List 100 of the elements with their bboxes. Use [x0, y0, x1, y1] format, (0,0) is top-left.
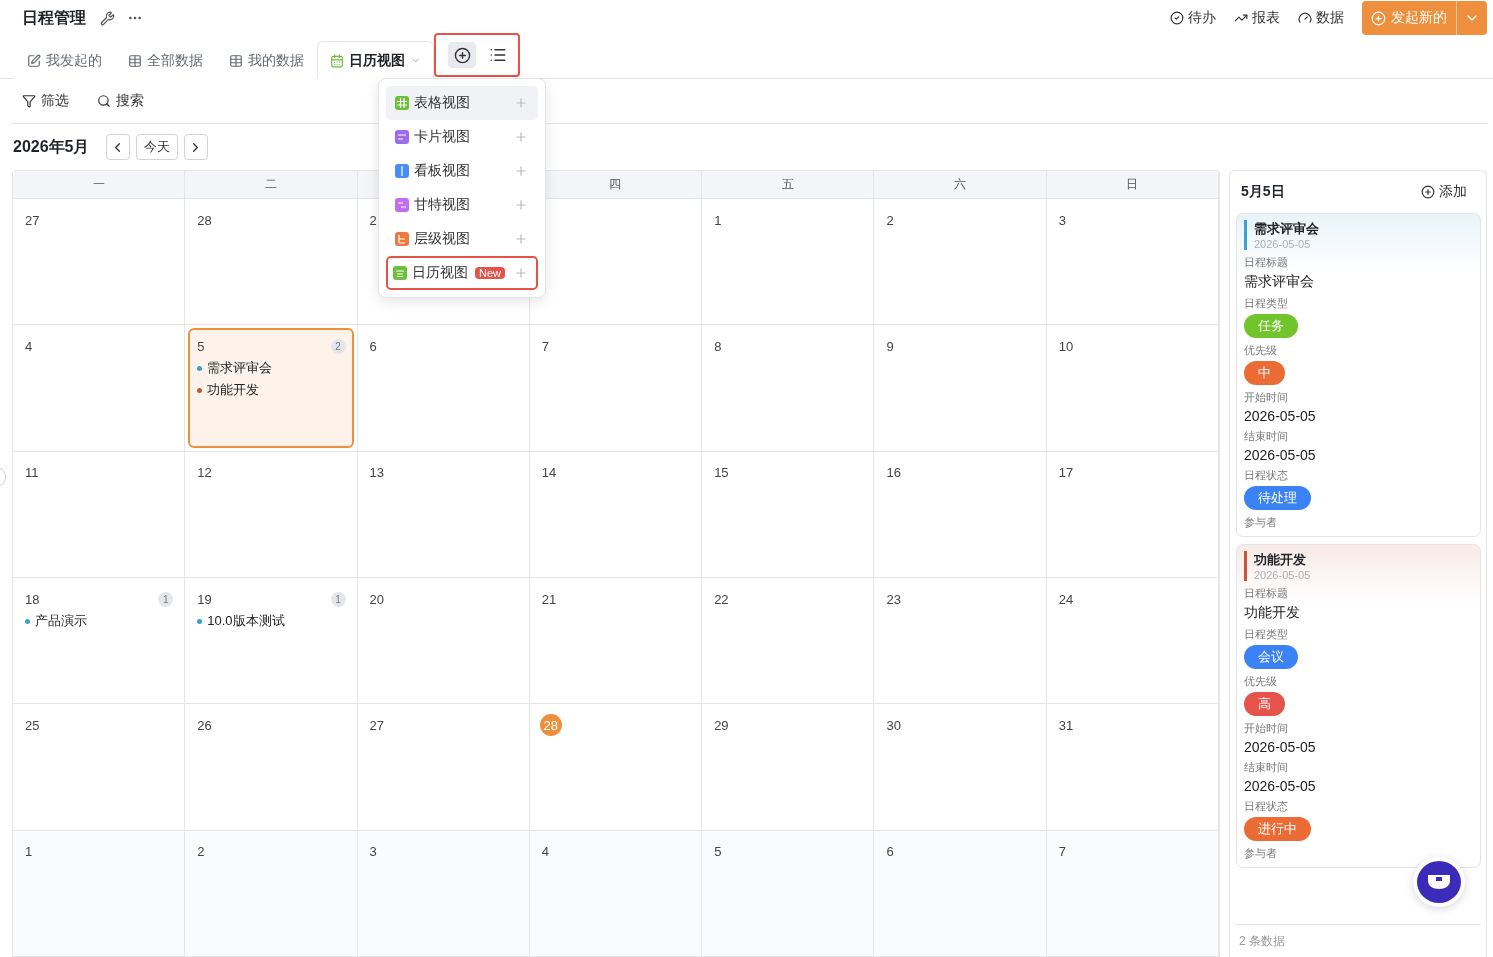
day-cell[interactable]: 2	[874, 199, 1047, 326]
plus-icon	[514, 266, 528, 280]
view-menu-item[interactable]: 卡片视图	[386, 120, 538, 154]
day-cell[interactable]: 22	[702, 578, 875, 705]
day-cell[interactable]: 26	[185, 704, 358, 831]
gauge-icon	[1298, 11, 1312, 25]
day-cell[interactable]: 7	[1046, 830, 1219, 957]
plus-icon	[514, 164, 528, 178]
plus-circle-icon	[453, 46, 471, 64]
event-title[interactable]: 需求评审会	[207, 359, 273, 378]
card-title: 需求评审会	[1254, 220, 1320, 238]
edit-icon	[27, 53, 41, 68]
day-cell[interactable]: 4	[529, 830, 703, 957]
day-cell[interactable]: 1	[13, 830, 186, 957]
day-number: 17	[1058, 465, 1074, 481]
add-button[interactable]	[514, 198, 528, 212]
view-name[interactable]: 卡片视图	[414, 128, 470, 146]
day-cell[interactable]: 30	[874, 704, 1047, 831]
add-view-button[interactable]	[448, 42, 476, 68]
day-cell[interactable]: 20	[357, 578, 530, 705]
view-name[interactable]: 层级视图	[414, 230, 470, 248]
day-number: 1	[25, 844, 33, 860]
field-tag: 中	[1244, 361, 1285, 385]
field-value: 2026-05-05	[1244, 739, 1317, 755]
event-count: 1	[330, 591, 346, 607]
day-cell[interactable]: 6	[357, 325, 530, 452]
day-cell[interactable]: 27	[13, 199, 186, 326]
view-name[interactable]: 甘特视图	[414, 196, 470, 214]
day-cell[interactable]: 31	[1046, 704, 1219, 831]
add-button[interactable]: 添加	[1421, 183, 1467, 201]
event-card[interactable]: 功能开发 2026-05-05 日程标题 功能开发 日程类型 会议 优先级 高 开始时间 2026-05-05 结束时间 2026-05-05 日程状态 进行中 参与者	[1236, 544, 1481, 868]
day-cell[interactable]: 23	[874, 578, 1047, 705]
toolbar-button[interactable]: 搜索	[97, 92, 144, 110]
day-cell[interactable]: 27	[357, 704, 530, 831]
weekday-header: 一	[13, 171, 186, 199]
event-title[interactable]: 功能开发	[207, 381, 260, 400]
day-cell[interactable]: 5	[702, 830, 875, 957]
view-name[interactable]: 日历视图	[412, 264, 468, 282]
day-number: 2	[369, 212, 377, 228]
add-button[interactable]	[514, 96, 528, 110]
view-menu-item[interactable]: 表格视图	[386, 86, 538, 120]
view-tab[interactable]: 日历视图	[317, 41, 434, 79]
field-label: 开始时间	[1244, 721, 1289, 736]
field-label: 日程标题	[1244, 255, 1289, 270]
day-cell[interactable]: 25	[13, 704, 186, 831]
next-button[interactable]	[183, 134, 208, 160]
day-cell[interactable]: 12	[185, 451, 358, 578]
day-number: 20	[369, 591, 385, 607]
day-cell[interactable]: 29	[702, 704, 875, 831]
event-count: 1	[158, 591, 174, 607]
day-number: 22	[714, 591, 729, 607]
header-action[interactable]: 待办	[1170, 9, 1216, 27]
day-number: 8	[714, 338, 722, 354]
day-cell[interactable]: 15	[702, 451, 875, 578]
day-cell[interactable]: 16	[874, 451, 1047, 578]
day-cell[interactable]	[529, 199, 703, 326]
add-button[interactable]	[514, 164, 528, 178]
day-number: 6	[886, 844, 894, 860]
add-button[interactable]	[514, 232, 528, 246]
field-label: 结束时间	[1244, 760, 1289, 775]
day-cell[interactable]: 18 1 产品演示	[13, 578, 186, 705]
day-cell[interactable]: 28	[185, 199, 358, 326]
day-number: 3	[369, 844, 377, 860]
view-name[interactable]: 表格视图	[414, 94, 470, 112]
day-cell[interactable]: 2	[185, 830, 358, 957]
add-button[interactable]	[514, 266, 528, 280]
event-title[interactable]: 产品演示	[35, 612, 87, 630]
day-cell[interactable]: 19 1 10.0版本测试	[185, 578, 358, 705]
day-cell[interactable]: 9	[874, 325, 1047, 452]
app-title: 日程管理	[22, 7, 86, 28]
add-button[interactable]	[514, 130, 528, 144]
day-cell[interactable]: 3	[1046, 199, 1219, 326]
previous-button[interactable]	[105, 134, 130, 160]
weekday-header: 五	[702, 171, 875, 199]
day-cell[interactable]: 21	[529, 578, 703, 705]
day-cell[interactable]: 8	[702, 325, 875, 452]
today-button[interactable]: 今天	[135, 134, 178, 160]
day-cell[interactable]: 6	[874, 830, 1047, 957]
view-name[interactable]: 看板视图	[414, 162, 470, 180]
day-cell[interactable]: 10	[1046, 325, 1219, 452]
day-cell[interactable]: 1	[702, 199, 875, 326]
day-cell[interactable]: 13	[357, 451, 530, 578]
day-cell[interactable]: 24	[1046, 578, 1219, 705]
event-title[interactable]: 10.0版本测试	[207, 612, 285, 630]
day-cell[interactable]: 7	[529, 325, 703, 452]
header-action[interactable]: 报表	[1234, 9, 1280, 27]
day-cell[interactable]: 4	[13, 325, 186, 452]
toolbar-button[interactable]: 筛选	[22, 92, 69, 110]
day-cell[interactable]: 14	[529, 451, 703, 578]
day-cell[interactable]: 3	[357, 830, 530, 957]
grid-face-icon	[1427, 874, 1451, 890]
field-tag: 待处理	[1244, 486, 1311, 510]
view-menu-item[interactable]: 日历视图 New	[386, 256, 538, 290]
view-menu-item[interactable]: 层级视图	[386, 222, 538, 256]
field-label: 日程类型	[1244, 627, 1289, 642]
day-cell[interactable]: 17	[1046, 451, 1219, 578]
header-action[interactable]: 数据	[1298, 9, 1344, 27]
day-number: 5	[714, 844, 722, 860]
event-card[interactable]: 需求评审会 2026-05-05 日程标题 需求评审会 日程类型 任务 优先级 中 开始时间 2026-05-05 结束时间 2026-05-05 日程状态 待处理 参与者	[1236, 213, 1481, 537]
day-cell[interactable]: 11	[13, 451, 186, 578]
